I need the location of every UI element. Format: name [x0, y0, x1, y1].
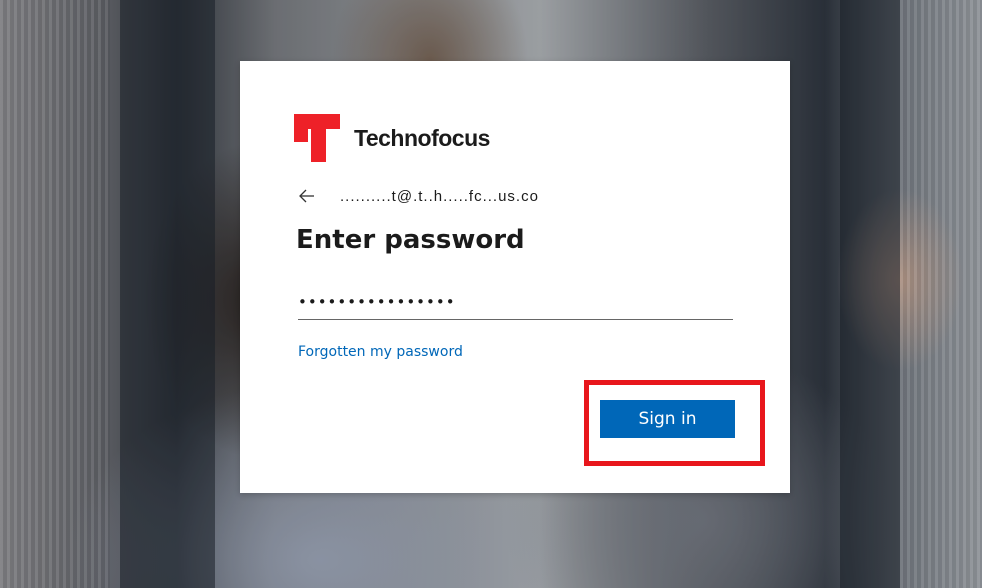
brand-name: Technofocus [354, 124, 490, 151]
sign-in-button[interactable]: Sign in [600, 400, 735, 438]
password-field[interactable] [298, 285, 733, 320]
brand-logo: Technofocus [294, 114, 490, 162]
page-title: Enter password [296, 225, 525, 255]
technofocus-logo-icon [294, 114, 340, 162]
identity-email: ..........t@.t..h.....fc...us.co [340, 187, 539, 205]
arrow-left-icon[interactable] [298, 187, 316, 205]
identity-banner[interactable]: ..........t@.t..h.....fc...us.co [298, 185, 539, 207]
forgot-password-link[interactable]: Forgotten my password [298, 344, 463, 360]
sign-in-card: Technofocus ..........t@.t..h.....fc...u… [240, 61, 790, 493]
